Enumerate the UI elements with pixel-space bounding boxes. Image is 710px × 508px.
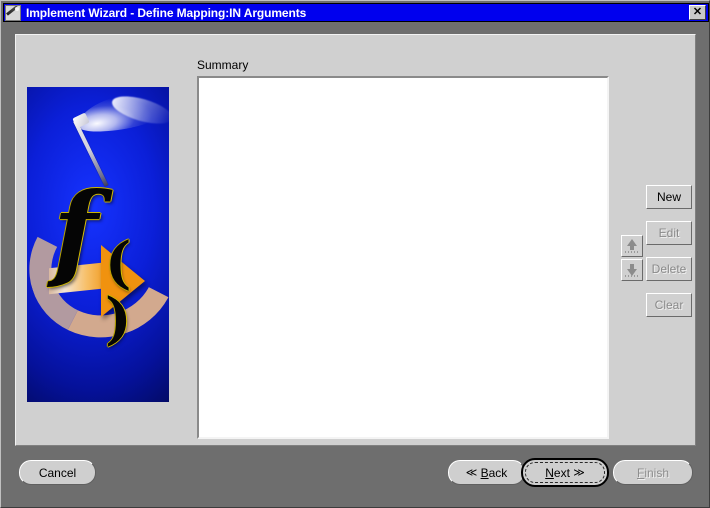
back-chevron-icon: ≪ — [465, 467, 478, 479]
edit-button[interactable]: Edit — [646, 221, 692, 245]
back-button[interactable]: ≪ Back — [448, 460, 525, 485]
next-label-rest: ext — [553, 465, 570, 480]
function-wizard-graphic: f ( ) — [27, 87, 169, 402]
delete-button[interactable]: Delete — [646, 257, 692, 281]
next-mnemonic: N — [545, 465, 554, 480]
back-mnemonic: B — [480, 465, 489, 480]
summary-listbox[interactable] — [197, 76, 609, 439]
arrow-down-base — [625, 275, 639, 277]
summary-label: Summary — [197, 58, 249, 72]
finish-label-rest: inish — [644, 465, 670, 480]
back-label-rest: ack — [488, 465, 508, 480]
move-up-button[interactable] — [621, 235, 643, 257]
function-parens-symbol: ( ) — [105, 230, 135, 352]
function-f-symbol: f — [53, 169, 98, 292]
cancel-button[interactable]: Cancel — [19, 460, 96, 485]
clear-button[interactable]: Clear — [646, 293, 692, 317]
wizard-window: Implement Wizard - Define Mapping:IN Arg… — [0, 0, 710, 508]
next-button[interactable]: Next ≫ — [521, 458, 609, 487]
new-button[interactable]: New — [646, 185, 692, 209]
finish-mnemonic: F — [636, 465, 645, 480]
wand-icon — [5, 4, 21, 21]
arrow-up-base — [625, 251, 639, 253]
arrow-up-stem — [630, 245, 634, 250]
title-bar: Implement Wizard - Define Mapping:IN Arg… — [3, 3, 709, 22]
move-down-button[interactable] — [621, 259, 643, 281]
close-icon[interactable]: ✕ — [689, 5, 706, 20]
window-title: Implement Wizard - Define Mapping:IN Arg… — [26, 5, 307, 20]
finish-button[interactable]: Finish — [613, 460, 693, 485]
arrow-down-stem — [630, 264, 634, 269]
next-chevron-icon: ≫ — [573, 467, 585, 479]
